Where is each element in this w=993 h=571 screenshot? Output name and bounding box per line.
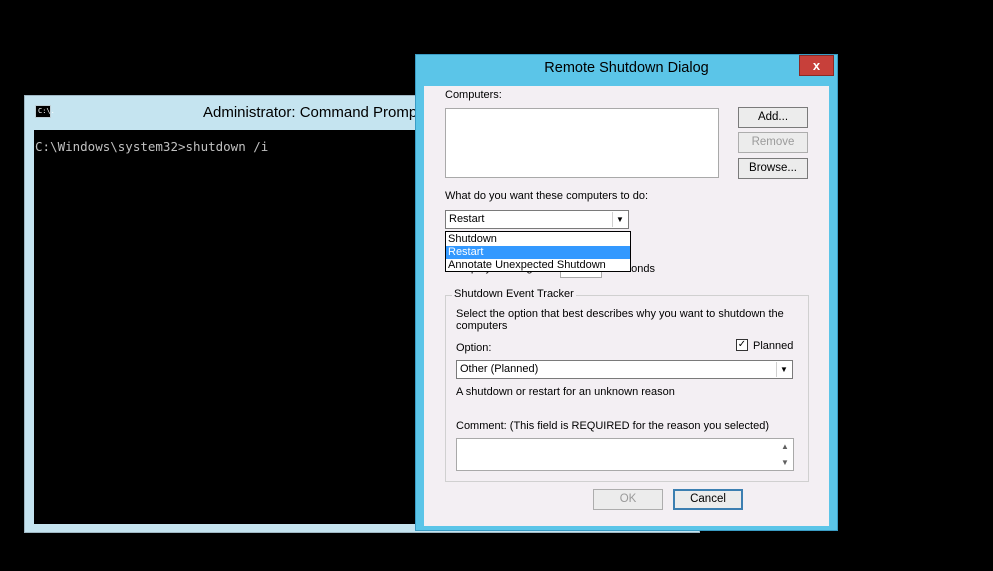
cmd-app-icon: C:\.	[35, 105, 55, 118]
browse-button[interactable]: Browse...	[738, 158, 808, 179]
option-shutdown[interactable]: Shutdown	[446, 233, 630, 246]
option-annotate-unexpected-shutdown[interactable]: Annotate Unexpected Shutdown	[446, 259, 630, 272]
reason-combobox[interactable]: Other (Planned) ▼	[456, 360, 793, 379]
chevron-down-icon[interactable]: ▼	[776, 362, 791, 377]
reason-selected-value: Other (Planned)	[460, 363, 539, 375]
cmd-icon-text: C:\.	[38, 107, 55, 115]
option-restart[interactable]: Restart	[446, 246, 630, 259]
cmd-window-title: Administrator: Command Prompt	[203, 104, 422, 121]
planned-label: Planned	[753, 340, 794, 352]
comment-label: Comment: (This field is REQUIRED for the…	[456, 420, 770, 432]
cmd-command-line: C:\Windows\system32>shutdown /i	[35, 139, 269, 154]
computers-list[interactable]	[445, 108, 719, 178]
option-label: Option:	[456, 342, 492, 354]
close-icon: x	[812, 58, 821, 73]
chevron-down-icon[interactable]: ▼	[612, 212, 627, 227]
action-combobox[interactable]: Restart ▼	[445, 210, 629, 229]
shutdown-event-tracker-group: Shutdown Event Tracker Select the option…	[445, 288, 809, 482]
tracker-title: Shutdown Event Tracker	[452, 288, 576, 300]
scroll-down-icon[interactable]: ▼	[778, 456, 792, 469]
tracker-description: Select the option that best describes wh…	[456, 308, 784, 332]
ok-button[interactable]: OK	[593, 489, 663, 510]
dialog-title: Remote Shutdown Dialog	[544, 60, 709, 76]
remove-button[interactable]: Remove	[738, 132, 808, 153]
close-button[interactable]: x	[799, 55, 834, 76]
computers-label: Computers:	[445, 89, 502, 101]
cancel-button[interactable]: Cancel	[673, 489, 743, 510]
action-selected-value: Restart	[449, 213, 485, 225]
add-button[interactable]: Add...	[738, 107, 808, 128]
planned-checkbox[interactable]: ✓	[736, 339, 748, 351]
action-label: What do you want these computers to do:	[445, 190, 649, 202]
scroll-up-icon[interactable]: ▲	[778, 440, 792, 453]
action-dropdown-list[interactable]: Shutdown Restart Annotate Unexpected Shu…	[445, 231, 631, 272]
reason-description: A shutdown or restart for an unknown rea…	[456, 386, 675, 398]
remote-shutdown-dialog[interactable]: Remote Shutdown Dialog x Computers: Add.…	[415, 54, 838, 531]
dialog-client-area: Computers: Add... Remove Browse... What …	[424, 86, 829, 526]
comment-textarea[interactable]: ▲ ▼	[456, 438, 794, 471]
